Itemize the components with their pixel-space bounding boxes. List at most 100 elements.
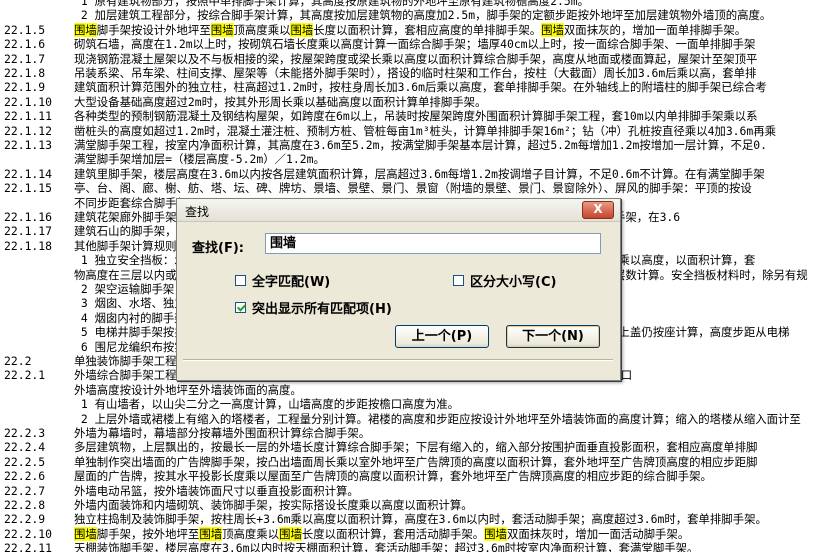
section-number: 22.2.3 bbox=[4, 426, 46, 440]
section-number: 22.1.16 bbox=[4, 210, 53, 224]
section-number: 22.2.8 bbox=[4, 498, 46, 512]
document-line: 22.1.10 大型设备基础高度超过2m时，按其外形周长乘以基础高度以面积计算单排… bbox=[4, 95, 839, 109]
section-number: 22.2.11 bbox=[4, 541, 53, 552]
section-number: 22.1.13 bbox=[4, 138, 53, 152]
document-line: 22.2.8 外墙内面装饰和内墙砌筑、装饰脚手架，按实际搭设长度乘以高度以面积计算… bbox=[4, 498, 839, 512]
find-label: 查找(F): bbox=[192, 241, 244, 256]
line-text: 现浇钢筋混凝土屋架以及不与板相接的梁，按屋架跨度或梁长乘以高度以面积计算综合脚手… bbox=[74, 51, 758, 66]
search-match-highlight: 围墙 bbox=[199, 526, 223, 541]
line-text: 1 有山墙者，以山尖二分之一高度计算，山墙高度的步距按檐口高度为准。 bbox=[74, 397, 460, 412]
line-text: 双面抹灰时，增加一面活动脚手架。 bbox=[506, 526, 690, 541]
line-text: 2 加层建筑工程部分，按综合脚手架计算，其高度按加层建筑物的高度加2.5m，脚手… bbox=[74, 8, 772, 23]
whole-word-label: 全字匹配(W) bbox=[252, 275, 331, 290]
document-line: 1 有山墙者，以山尖二分之一高度计算，山墙高度的步距按檐口高度为准。 bbox=[4, 397, 839, 411]
section-number: 22.2 bbox=[4, 354, 32, 368]
whole-word-box[interactable] bbox=[235, 275, 246, 286]
document-line: 22.1.14 建筑里脚手架，楼层高度在3.6m以内按各层建筑面积计算，层高超过3… bbox=[4, 167, 839, 181]
section-number: 22.2.1 bbox=[4, 368, 46, 383]
section-number: 22.2.5 bbox=[4, 454, 46, 469]
document-line: 22.1.6 砌筑石墙，高度在1.2m以上时，按砌筑石墙长度乘以高度计算一面综合脚… bbox=[4, 37, 839, 51]
document-line: 22.2.10 围墙脚手架，按外地坪至围墙顶高度乘以围墙长度以面积计算，套用活动脚… bbox=[4, 526, 839, 541]
whole-word-checkbox[interactable]: 全字匹配(W) bbox=[235, 271, 330, 290]
line-text: 砌筑石墙，高度在1.2m以上时，按砌筑石墙长度乘以高度计算一面综合脚手架；墙厚4… bbox=[74, 37, 756, 52]
dialog-titlebar[interactable]: 查找 X bbox=[177, 199, 620, 222]
line-text: 脚手架，按外地坪至 bbox=[96, 526, 200, 541]
document-line: 22.1.5 围墙脚手架按设计外地坪至围墙顶高度乘以围墙长度以面积计算，套相应高度… bbox=[4, 22, 839, 37]
section-number: 22.1.10 bbox=[4, 94, 53, 109]
section-number: 22.1.6 bbox=[4, 37, 46, 52]
document-line: 22.1.9 建筑面积计算范围外的独立柱，柱高超过1.2m时，按柱身周长加3.6m… bbox=[4, 80, 839, 94]
close-icon: X bbox=[593, 202, 603, 216]
line-text: 屋面的广告牌，按其水平投影长度乘以屋面至广告牌顶的高度以面积计算，套外地坪至广告… bbox=[74, 469, 712, 484]
line-text: 亭、台、阁、廊、榭、舫、塔、坛、碑、牌坊、景墙、景壁、景门、景窗（附墙的景壁、景… bbox=[74, 181, 752, 196]
section-number: 22.1.11 bbox=[4, 109, 53, 124]
document-line: 2 上层外墙或裙楼上有缩入的塔楼者，工程量分别计算。裙楼的高度和步距应按设计外地… bbox=[4, 412, 839, 426]
line-text: 天棚装饰脚手架，楼层高度在3.6m以内时按天棚面积计算，套活动脚手架；超过3.6… bbox=[74, 541, 699, 552]
line-text: 双面抹灰的，增加一面单排脚手架。 bbox=[563, 22, 747, 37]
section-number: 22.2.6 bbox=[4, 469, 46, 484]
section-number: 22.1.12 bbox=[4, 123, 53, 138]
line-text: 脚手架按设计外地坪至 bbox=[96, 22, 211, 37]
line-text: 外墙电动吊篮，按外墙装饰面尺寸以垂直投影面积计算。 bbox=[74, 483, 359, 498]
line-text: 建筑面积计算范围外的独立柱，柱高超过1.2m时，按柱身周长加3.6m后乘以高度，… bbox=[74, 80, 767, 95]
line-text: 顶高度乘以 bbox=[222, 526, 280, 541]
document-line: 22.1.13 满堂脚手架工程，按室内净面积计算，其高度在3.6m至5.2m，按满… bbox=[4, 138, 839, 152]
document-line: 22.2.7 外墙电动吊篮，按外墙装饰面尺寸以垂直投影面积计算。 bbox=[4, 484, 839, 498]
section-number: 22.1.7 bbox=[4, 51, 46, 66]
line-text: 各种类型的预制钢筋混凝土及钢结构屋架，如跨度在6m以上，吊装时按屋架跨度外围面积… bbox=[74, 109, 758, 124]
document-line: 22.2.5 单独制作突出墙面的广告牌脚手架，按凸出墙面周长乘以室外地坪至广告牌顶… bbox=[4, 455, 839, 469]
document-line: 22.2.6 屋面的广告牌，按其水平投影长度乘以屋面至广告牌顶的高度以面积计算，套… bbox=[4, 469, 839, 483]
line-text: 吊装系梁、吊车梁、柱间支撑、屋架等（未能搭外脚手架时），搭设的临时柱架和工作台，… bbox=[74, 66, 757, 80]
section-number: 22.2.4 bbox=[4, 440, 46, 455]
search-match-highlight: 围墙 bbox=[74, 526, 97, 541]
highlight-all-label: 突出显示所有匹配项(H) bbox=[252, 302, 392, 317]
find-previous-button[interactable]: 上一个(P) bbox=[395, 325, 489, 348]
line-text: 独立柱捣制及装饰脚手架，按柱周长+3.6m乘以高度以面积计算，高度在3.6m以内… bbox=[74, 512, 767, 527]
section-number: 22.2.10 bbox=[4, 526, 53, 541]
line-text: 单独装饰脚手架工程 bbox=[74, 354, 177, 368]
line-text: 外墙内面装饰和内墙砌筑、装饰脚手架，按实际搭设长度乘以高度以面积计算。 bbox=[74, 498, 473, 512]
section-number: 22.1.8 bbox=[4, 66, 46, 80]
document-line: 22.2.11 天棚装饰脚手架，楼层高度在3.6m以内时按天棚面积计算，套活动脚手… bbox=[4, 541, 839, 552]
line-text: 大型设备基础高度超过2m时，按其外形周长乘以基础高度以面积计算单排脚手架。 bbox=[74, 94, 487, 109]
search-match-highlight: 围墙 bbox=[74, 22, 97, 37]
line-text: 单独制作突出墙面的广告牌脚手架，按凸出墙面周长乘以室外地坪至广告牌顶的高度以面积… bbox=[74, 454, 758, 469]
document-line: 22.2.9 独立柱捣制及装饰脚手架，按柱周长+3.6m乘以高度以面积计算，高度在… bbox=[4, 512, 839, 526]
document-line: 1 原有建筑物部分，按照中单排脚手架计算，其高度按原建筑物的外地坪至原有建筑物檐… bbox=[4, 0, 839, 8]
section-number: 22.1.9 bbox=[4, 80, 46, 95]
document-line: 22.2.4 多层建筑物，上层飘出的，按最长一层的外墙长度计算综合脚手架；下层有缩… bbox=[4, 440, 839, 454]
dialog-title: 查找 bbox=[185, 205, 210, 219]
match-case-box[interactable] bbox=[453, 275, 464, 286]
section-number: 22.1.17 bbox=[4, 224, 53, 239]
document-line: 22.1.11 各种类型的预制钢筋混凝土及钢结构屋架，如跨度在6m以上，吊装时按屋… bbox=[4, 109, 839, 123]
line-text: 顶高度乘以 bbox=[233, 22, 291, 37]
section-number: 22.1.15 bbox=[4, 181, 53, 196]
line-text: 长度以面积计算，套用活动脚手架。 bbox=[301, 526, 485, 541]
line-text: 其他脚手架计算规则。 bbox=[74, 238, 188, 253]
line-text: 2 上层外墙或裙楼上有缩入的塔楼者，工程量分别计算。裙楼的高度和步距应按设计外地… bbox=[74, 411, 801, 426]
line-text: 外墙高度按设计外地坪至外墙装饰面的高度。 bbox=[74, 382, 302, 397]
section-number: 22.2.9 bbox=[4, 512, 46, 527]
line-text: 满堂脚手架增加层=（楼层高度-5.2m）／1.2m。 bbox=[74, 152, 325, 167]
line-text: 凿桩头的高度如超过1.2m时，混凝土灌注桩、预制方桩、管桩每亩1m³桩头，计算单… bbox=[74, 123, 777, 138]
line-text: 长度以面积计算，套相应高度的单排脚手架。 bbox=[313, 22, 542, 37]
find-dialog: 查找 X 查找(F): 围墙 全字匹配(W) 区分大小写(C) 突出显示所有匹配… bbox=[176, 198, 621, 381]
match-case-label: 区分大小写(C) bbox=[470, 275, 557, 290]
document-line: 2 加层建筑工程部分，按综合脚手架计算，其高度按加层建筑物的高度加2.5m，脚手… bbox=[4, 8, 839, 22]
find-next-button[interactable]: 下一个(N) bbox=[506, 325, 600, 348]
match-case-checkbox[interactable]: 区分大小写(C) bbox=[453, 271, 556, 290]
line-text: 建筑里脚手架，楼层高度在3.6m以内按各层建筑面积计算，层高超过3.6m每增1.… bbox=[74, 166, 765, 181]
section-number: 22.2.7 bbox=[4, 483, 46, 498]
search-match-highlight: 围墙 bbox=[279, 526, 302, 541]
highlight-all-checkbox[interactable]: 突出显示所有匹配项(H) bbox=[235, 298, 392, 317]
highlight-all-box[interactable] bbox=[235, 302, 246, 313]
document-line: 满堂脚手架增加层=（楼层高度-5.2m）／1.2m。 bbox=[4, 152, 839, 166]
line-text: 外墙为幕墙时，幕墙部分按幕墙外围面积计算综合脚手架。 bbox=[74, 426, 371, 440]
search-match-highlight: 围墙 bbox=[541, 22, 564, 37]
find-input[interactable]: 围墙 bbox=[265, 233, 601, 254]
close-button[interactable]: X bbox=[582, 201, 614, 219]
line-text: 1 原有建筑物部分，按照中单排脚手架计算，其高度按原建筑物的外地坪至原有建筑物檐… bbox=[74, 0, 590, 8]
search-match-highlight: 围墙 bbox=[484, 526, 507, 541]
section-number: 22.1.5 bbox=[4, 22, 46, 37]
section-number: 22.1.14 bbox=[4, 166, 53, 181]
